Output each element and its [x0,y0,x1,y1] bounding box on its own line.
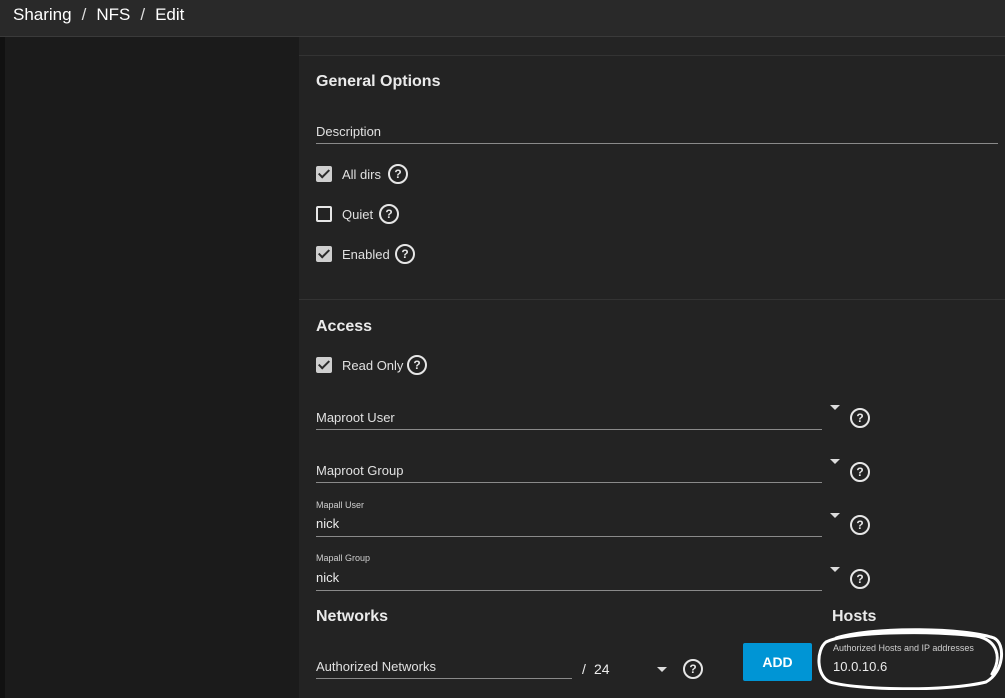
annotation-circle [817,628,1003,690]
breadcrumb-edit: Edit [155,5,185,24]
maproot-group-help-icon[interactable]: ? [850,462,870,482]
maproot-user-help-icon[interactable]: ? [850,408,870,428]
breadcrumb-nfs[interactable]: NFS [96,5,130,25]
maproot-user-select[interactable] [316,429,822,430]
breadcrumb: Sharing / NFS / Edit [13,5,184,25]
panel-header-strip [299,37,1005,55]
mapall-user-help-icon[interactable]: ? [850,515,870,535]
left-pane [5,37,298,698]
mapall-user-select[interactable] [316,536,822,537]
authorized-networks-input[interactable] [316,678,572,679]
read-only-checkbox[interactable] [316,357,332,373]
quiet-checkbox[interactable] [316,206,332,222]
all-dirs-help-icon[interactable]: ? [388,164,408,184]
authorized-networks-label: Authorized Networks [316,659,436,674]
mapall-group-help-icon[interactable]: ? [850,569,870,589]
maproot-group-label: Maproot Group [316,463,404,478]
chevron-down-icon[interactable] [830,513,840,518]
maproot-user-label: Maproot User [316,410,395,425]
quiet-help-icon[interactable]: ? [379,204,399,224]
section-divider [299,299,1005,300]
networks-help-icon[interactable]: ? [683,659,703,679]
netmask-value[interactable]: 24 [594,661,610,677]
chevron-down-icon[interactable] [830,459,840,464]
breadcrumb-separator: / [140,5,146,24]
netmask-separator: / [582,661,586,677]
mapall-group-label: Mapall Group [316,553,371,563]
chevron-down-icon[interactable] [830,567,840,572]
all-dirs-checkbox[interactable] [316,166,332,182]
enabled-label: Enabled [342,247,390,262]
description-input[interactable] [316,143,998,144]
quiet-label: Quiet [342,207,374,222]
mapall-user-label: Mapall User [316,500,365,510]
read-only-label: Read Only [342,358,404,373]
mapall-user-value[interactable]: nick [316,516,339,531]
add-button[interactable]: ADD [743,643,812,681]
maproot-group-select[interactable] [316,482,822,483]
access-title: Access [316,318,373,335]
chevron-down-icon[interactable] [830,405,840,410]
enabled-help-icon[interactable]: ? [395,244,415,264]
general-options-title: General Options [316,73,441,90]
top-bar: Sharing / NFS / Edit [0,0,1005,37]
chevron-down-icon[interactable] [657,667,667,672]
breadcrumb-separator: / [81,5,87,24]
section-divider [299,55,1005,56]
enabled-checkbox[interactable] [316,246,332,262]
read-only-help-icon[interactable]: ? [407,355,427,375]
breadcrumb-sharing[interactable]: Sharing [13,5,72,25]
mapall-group-value[interactable]: nick [316,570,339,585]
description-label: Description [316,124,382,139]
mapall-group-select[interactable] [316,590,822,591]
form-panel [299,37,1005,698]
hosts-title: Hosts [832,608,877,625]
all-dirs-label: All dirs [342,167,382,182]
networks-title: Networks [316,608,389,625]
